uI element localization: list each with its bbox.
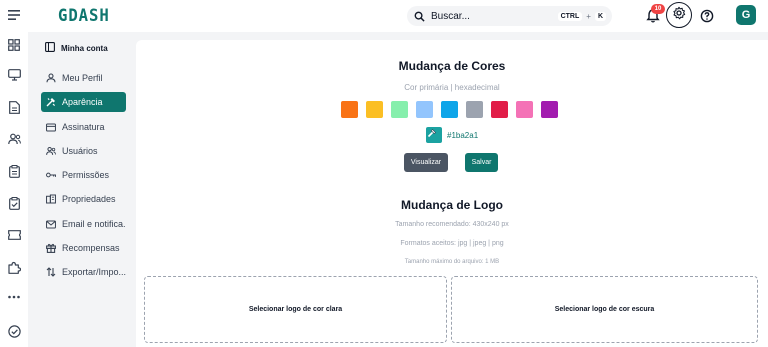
sidebar-item-aparencia[interactable]: Aparência (41, 92, 126, 112)
brand-logo-text: GDASH (58, 6, 110, 26)
top-bar: GDASH Buscar... CTRL + K 10 G (0, 0, 768, 32)
sidebar-item-permissoes[interactable]: Permissões (41, 165, 126, 185)
sidebar-item-label: Aparência (62, 97, 103, 107)
app: GDASH Buscar... CTRL + K 10 G Minha cont… (0, 0, 768, 347)
mail-icon (46, 219, 56, 229)
color-swatch-light-green[interactable] (391, 101, 408, 118)
current-hex-value: #1ba2a1 (447, 130, 479, 140)
search-icon (413, 10, 425, 22)
clipboard-check-icon[interactable] (7, 196, 21, 210)
sidebar-item-recompensas[interactable]: Recompensas (41, 238, 126, 258)
dark-logo-dropzone[interactable]: Selecionar logo de cor escura (451, 276, 758, 343)
sidebar-item-usuarios[interactable]: Usuários (41, 141, 126, 161)
puzzle-icon[interactable] (7, 260, 21, 274)
avatar-initial: G (741, 9, 751, 21)
color-swatch-orange[interactable] (341, 101, 358, 118)
settings-button[interactable] (666, 2, 692, 28)
dark-logo-label: Selecionar logo de cor escura (554, 306, 655, 313)
color-swatches (341, 101, 558, 118)
search-placeholder: Buscar... (431, 10, 470, 22)
sidebar-item-label: Email e notifica... (62, 219, 126, 229)
sidebar-item-label: Meu Perfil (62, 73, 103, 83)
dashboard-icon[interactable] (7, 38, 21, 52)
sidebar-item-meu-perfil[interactable]: Meu Perfil (41, 68, 126, 88)
shortcut-key-k: K (594, 11, 606, 21)
settings-sidebar: Minha conta Meu Perfil Aparência Assinat… (33, 32, 133, 347)
key-icon (46, 170, 56, 180)
users-icon (46, 146, 56, 156)
color-swatch-blue[interactable] (441, 101, 458, 118)
clipboard-icon[interactable] (7, 164, 21, 178)
sidebar-item-assinatura[interactable]: Assinatura (41, 117, 126, 137)
menu-icon[interactable] (6, 7, 22, 23)
sidebar-item-label: Usuários (62, 146, 98, 156)
eyedropper-icon (427, 125, 437, 143)
palette-icon (46, 97, 56, 107)
monitor-icon[interactable] (7, 68, 21, 82)
color-swatch-yellow[interactable] (366, 101, 383, 118)
sidebar-item-label: Exportar/Impo... (62, 267, 126, 277)
current-color-chip[interactable] (426, 127, 442, 143)
save-button[interactable]: Salvar (465, 153, 498, 172)
sidebar-item-label: Assinatura (62, 122, 105, 132)
gift-icon (46, 243, 56, 253)
gear-icon (672, 6, 686, 25)
building-icon (46, 194, 56, 204)
ticket-icon[interactable] (7, 228, 21, 242)
sidebar-header-label: Minha conta (61, 43, 108, 53)
shortcut-key-ctrl: CTRL (557, 11, 583, 21)
color-picker[interactable]: #1ba2a1 (426, 127, 478, 143)
color-swatch-light-blue[interactable] (416, 101, 433, 118)
check-circle-icon[interactable] (7, 324, 21, 338)
sidebar-header: Minha conta (45, 41, 108, 55)
colors-section-title: Mudança de Cores (398, 59, 506, 73)
shortcut-plus: + (586, 11, 591, 21)
preview-button[interactable]: Visualizar (404, 153, 448, 172)
light-logo-label: Selecionar logo de cor clara (248, 306, 343, 313)
more-icon[interactable] (7, 290, 21, 304)
sidebar-item-label: Permissões (62, 170, 110, 180)
users-icon[interactable] (7, 132, 21, 146)
appearance-panel: Mudança de Cores Cor primária | hexadeci… (136, 40, 768, 347)
color-swatch-red[interactable] (491, 101, 508, 118)
light-logo-dropzone[interactable]: Selecionar logo de cor clara (144, 276, 447, 343)
card-icon (46, 122, 56, 132)
color-swatch-gray[interactable] (466, 101, 483, 118)
brand-logo[interactable]: GDASH (58, 5, 114, 27)
app-icon-rail (0, 32, 28, 347)
notification-badge: 10 (651, 4, 665, 14)
sidebar-item-exportar-importar[interactable]: Exportar/Impo... (41, 262, 126, 282)
accepted-formats-text: Formatos aceitos: jpg | jpeg | png (400, 240, 504, 247)
search-input[interactable]: Buscar... CTRL + K (407, 6, 612, 26)
sidebar-item-propriedades[interactable]: Propriedades (41, 189, 126, 209)
sidebar-item-label: Propriedades (62, 194, 116, 204)
sidebar-item-label: Recompensas (62, 243, 120, 253)
color-swatch-pink[interactable] (516, 101, 533, 118)
colors-section-subtitle: Cor primária | hexadecimal (404, 83, 500, 92)
recommended-size-text: Tamanho recomendado: 430x240 px (395, 221, 509, 228)
logo-section-title: Mudança de Logo (401, 198, 503, 212)
transfer-icon (46, 267, 56, 277)
max-size-text: Tamanho máximo do arquivo: 1 MB (404, 259, 500, 265)
account-icon (45, 42, 55, 54)
document-icon[interactable] (7, 100, 21, 114)
color-swatch-purple[interactable] (541, 101, 558, 118)
avatar[interactable]: G (736, 5, 756, 25)
user-icon (46, 73, 56, 83)
sidebar-item-email-notificacoes[interactable]: Email e notifica... (41, 214, 126, 234)
help-icon[interactable] (700, 9, 714, 23)
